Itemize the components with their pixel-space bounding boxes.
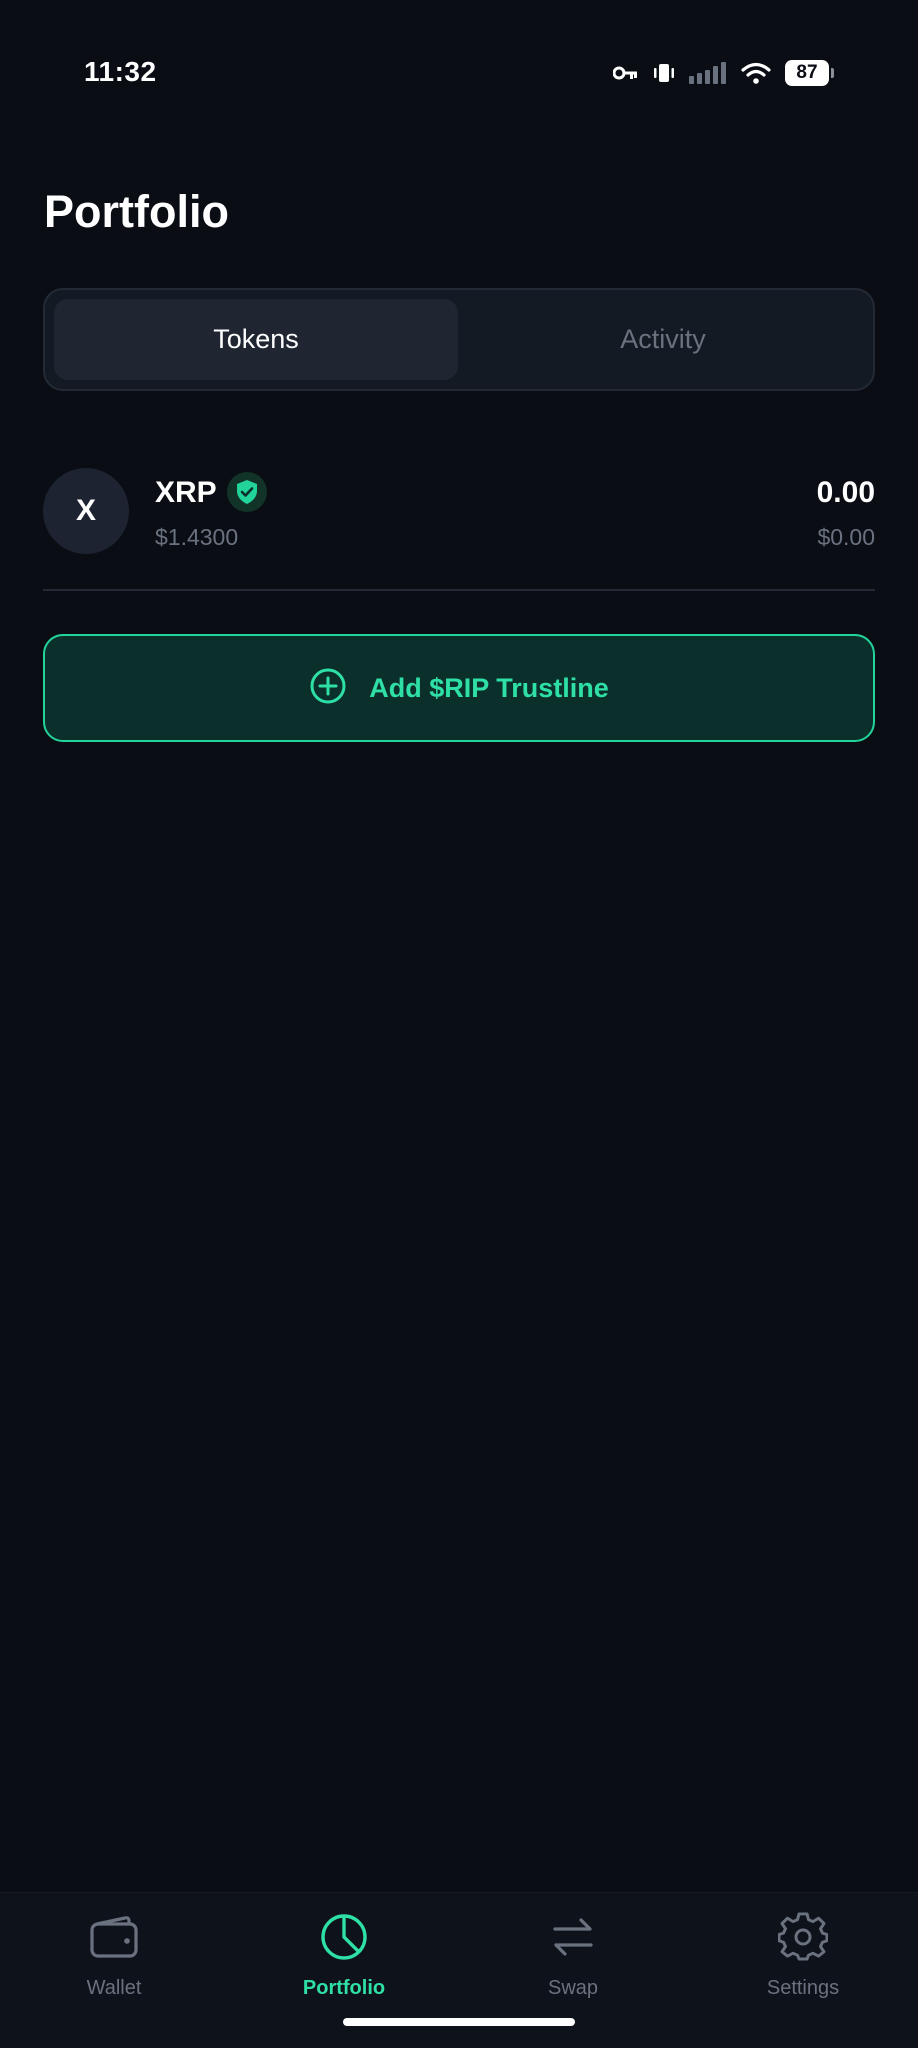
- status-icons: 87: [613, 58, 834, 88]
- wifi-icon: [741, 62, 771, 84]
- add-trustline-label: Add $RIP Trustline: [369, 672, 609, 703]
- token-avatar: X: [43, 468, 129, 554]
- tab-switcher: Tokens Activity: [43, 288, 875, 391]
- pie-chart-icon: [319, 1909, 369, 1965]
- swap-arrows-icon: [550, 1909, 596, 1965]
- nav-swap-label: Swap: [547, 1977, 599, 1999]
- home-indicator[interactable]: [343, 2018, 575, 2026]
- nav-swap[interactable]: Swap: [473, 1909, 673, 2009]
- divider: [43, 589, 875, 591]
- add-trustline-button[interactable]: Add $RIP Trustline: [43, 634, 875, 742]
- nav-settings-label: Settings: [766, 1977, 840, 1999]
- gear-icon: [778, 1909, 828, 1965]
- vibrate-icon: [653, 62, 675, 84]
- wallet-icon: [89, 1909, 139, 1965]
- nav-portfolio-label: Portfolio: [302, 1977, 386, 1999]
- token-value: $0.00: [817, 524, 875, 550]
- portfolio-screen: 11:32 87 Portfolio Tokens Activity X XRP: [0, 0, 918, 2048]
- nav-wallet-label: Wallet: [86, 1977, 142, 1999]
- battery-icon: 87: [785, 60, 829, 86]
- nav-settings[interactable]: Settings: [703, 1909, 903, 2009]
- nav-portfolio[interactable]: Portfolio: [244, 1909, 444, 2009]
- token-symbol: XRP: [155, 476, 217, 509]
- nav-wallet[interactable]: Wallet: [14, 1909, 214, 2009]
- status-time: 11:32: [84, 56, 157, 87]
- token-balance: 0.00: [816, 476, 875, 509]
- token-row-xrp[interactable]: X XRP $1.4300 0.00 $0.00: [43, 466, 875, 558]
- plus-circle-icon: [309, 667, 347, 710]
- battery-cap: [831, 68, 834, 78]
- tab-activity[interactable]: Activity: [461, 299, 865, 380]
- tab-tokens[interactable]: Tokens: [54, 299, 458, 380]
- signal-icon: [689, 62, 727, 84]
- verified-shield-icon: [227, 472, 267, 512]
- page-title: Portfolio: [44, 186, 229, 237]
- status-bar: 11:32 87: [0, 0, 918, 150]
- key-icon: [613, 65, 639, 81]
- token-price: $1.4300: [155, 524, 239, 550]
